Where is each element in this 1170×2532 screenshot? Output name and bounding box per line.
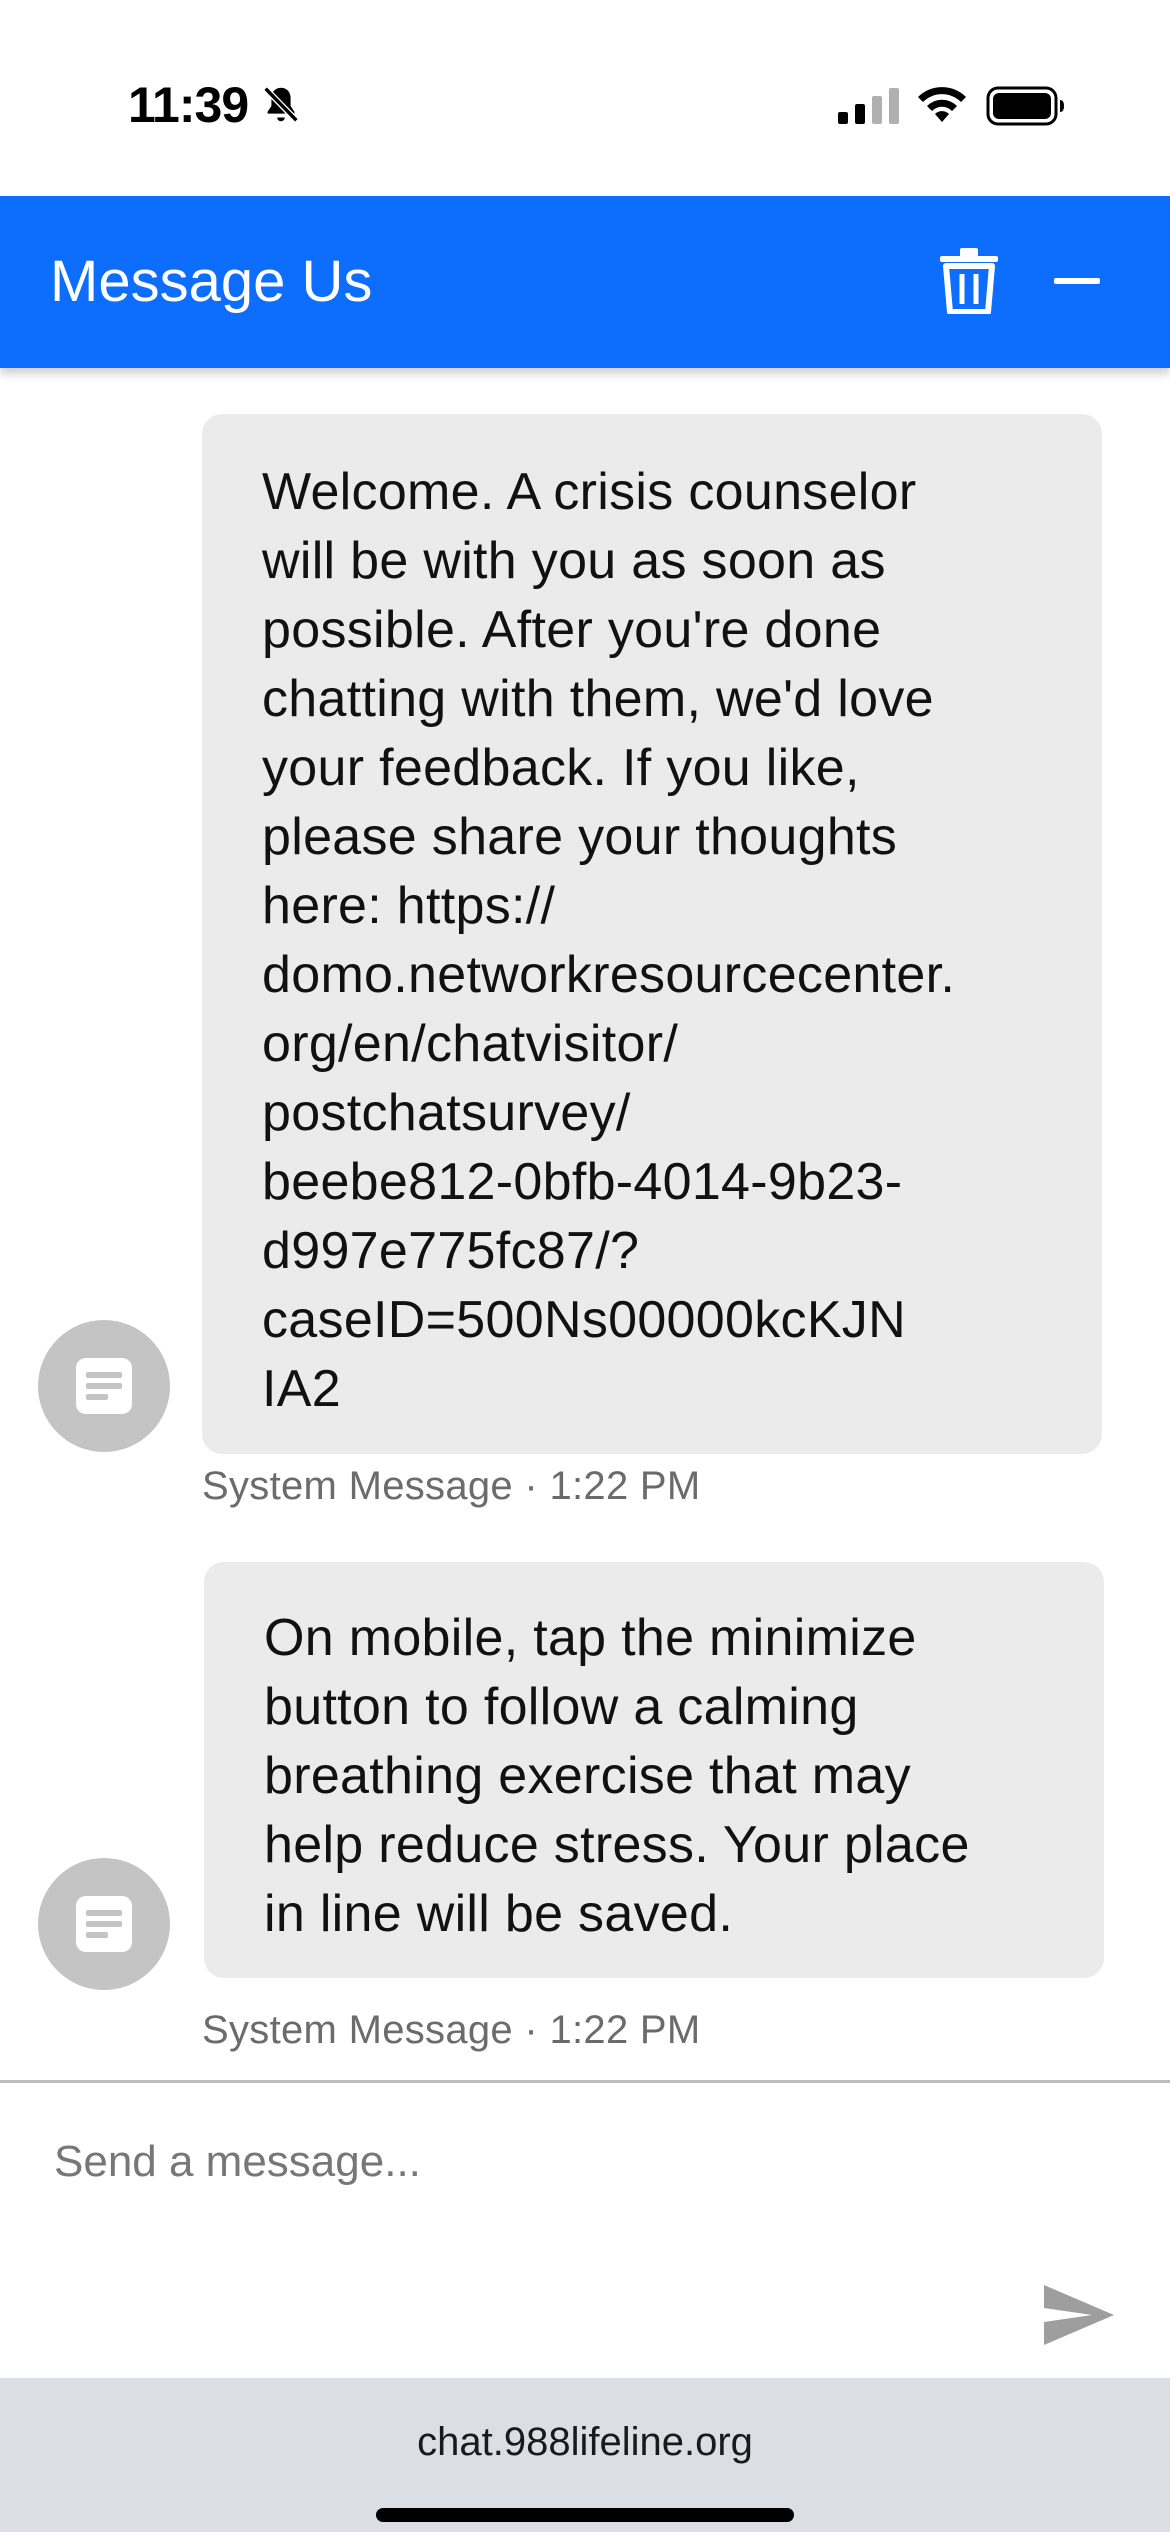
- browser-url-bar[interactable]: chat.988lifeline.org: [0, 2378, 1170, 2532]
- message-time: 1:22 PM: [549, 1464, 701, 1508]
- avatar: [38, 1320, 170, 1452]
- send-icon[interactable]: [1042, 2283, 1116, 2347]
- status-time: 11:39: [128, 77, 249, 133]
- message-composer: [0, 2080, 1170, 2378]
- minimize-icon[interactable]: [1052, 266, 1102, 296]
- message-meta: System Message · 1:22 PM: [202, 1464, 701, 1509]
- message-line: Welcome. A crisis counselor: [262, 463, 917, 521]
- url-text[interactable]: chat.988lifeline.org: [0, 2420, 1170, 2465]
- bell-slash-icon: [263, 86, 299, 123]
- message-sender: System Message: [202, 2008, 513, 2052]
- battery-icon: [986, 86, 1064, 126]
- message-line: breathing exercise that may: [264, 1747, 911, 1805]
- message-line: help reduce stress. Your place: [264, 1816, 970, 1874]
- status-bar: 11:39: [0, 0, 1170, 196]
- message-line: your feedback. If you like,: [262, 739, 860, 797]
- message-line: in line will be saved.: [264, 1885, 734, 1943]
- message-line: please share your thoughts: [262, 808, 898, 866]
- message-list[interactable]: Welcome. A crisis counselor will be with…: [0, 368, 1170, 2080]
- message-link-line[interactable]: caseID=500Ns00000kcKJN: [262, 1286, 1082, 1355]
- message-link-line[interactable]: d997e775fc87/?: [262, 1217, 1082, 1286]
- message-icon: [76, 1896, 132, 1952]
- message-link-line[interactable]: beebe812-0bfb-4014-9b23-: [262, 1148, 1082, 1217]
- message-line: chatting with them, we'd love: [262, 670, 934, 728]
- message-sender: System Message: [202, 1464, 513, 1508]
- message-line: possible. After you're done: [262, 601, 882, 659]
- avatar: [38, 1858, 170, 1990]
- chat-title: Message Us: [50, 249, 373, 314]
- signal-icon: [838, 88, 899, 124]
- message-bubble: On mobile, tap the minimize button to fo…: [204, 1562, 1104, 1978]
- message-line: here: https://: [262, 877, 556, 935]
- message-input[interactable]: [54, 2127, 1034, 2197]
- message-link-line[interactable]: postchatsurvey/: [262, 1079, 1082, 1148]
- message-link-line[interactable]: domo.networkresourcecenter.: [262, 941, 1082, 1010]
- trash-icon[interactable]: [938, 248, 1000, 314]
- home-indicator[interactable]: [376, 2508, 794, 2522]
- meta-separator: ·: [524, 1464, 539, 1508]
- message-time: 1:22 PM: [549, 2008, 701, 2052]
- message-link-line[interactable]: IA2: [262, 1355, 1082, 1424]
- wifi-icon: [918, 87, 966, 122]
- message-line: will be with you as soon as: [262, 532, 886, 590]
- message-link-line[interactable]: org/en/chatvisitor/: [262, 1010, 1082, 1079]
- message-bubble: Welcome. A crisis counselor will be with…: [202, 414, 1102, 1454]
- message-line: On mobile, tap the minimize: [264, 1609, 917, 1667]
- message-icon: [76, 1358, 132, 1414]
- meta-separator: ·: [524, 2008, 539, 2052]
- message-meta: System Message · 1:22 PM: [202, 2008, 701, 2053]
- chat-header: Message Us: [0, 196, 1170, 368]
- message-line: button to follow a calming: [264, 1678, 859, 1736]
